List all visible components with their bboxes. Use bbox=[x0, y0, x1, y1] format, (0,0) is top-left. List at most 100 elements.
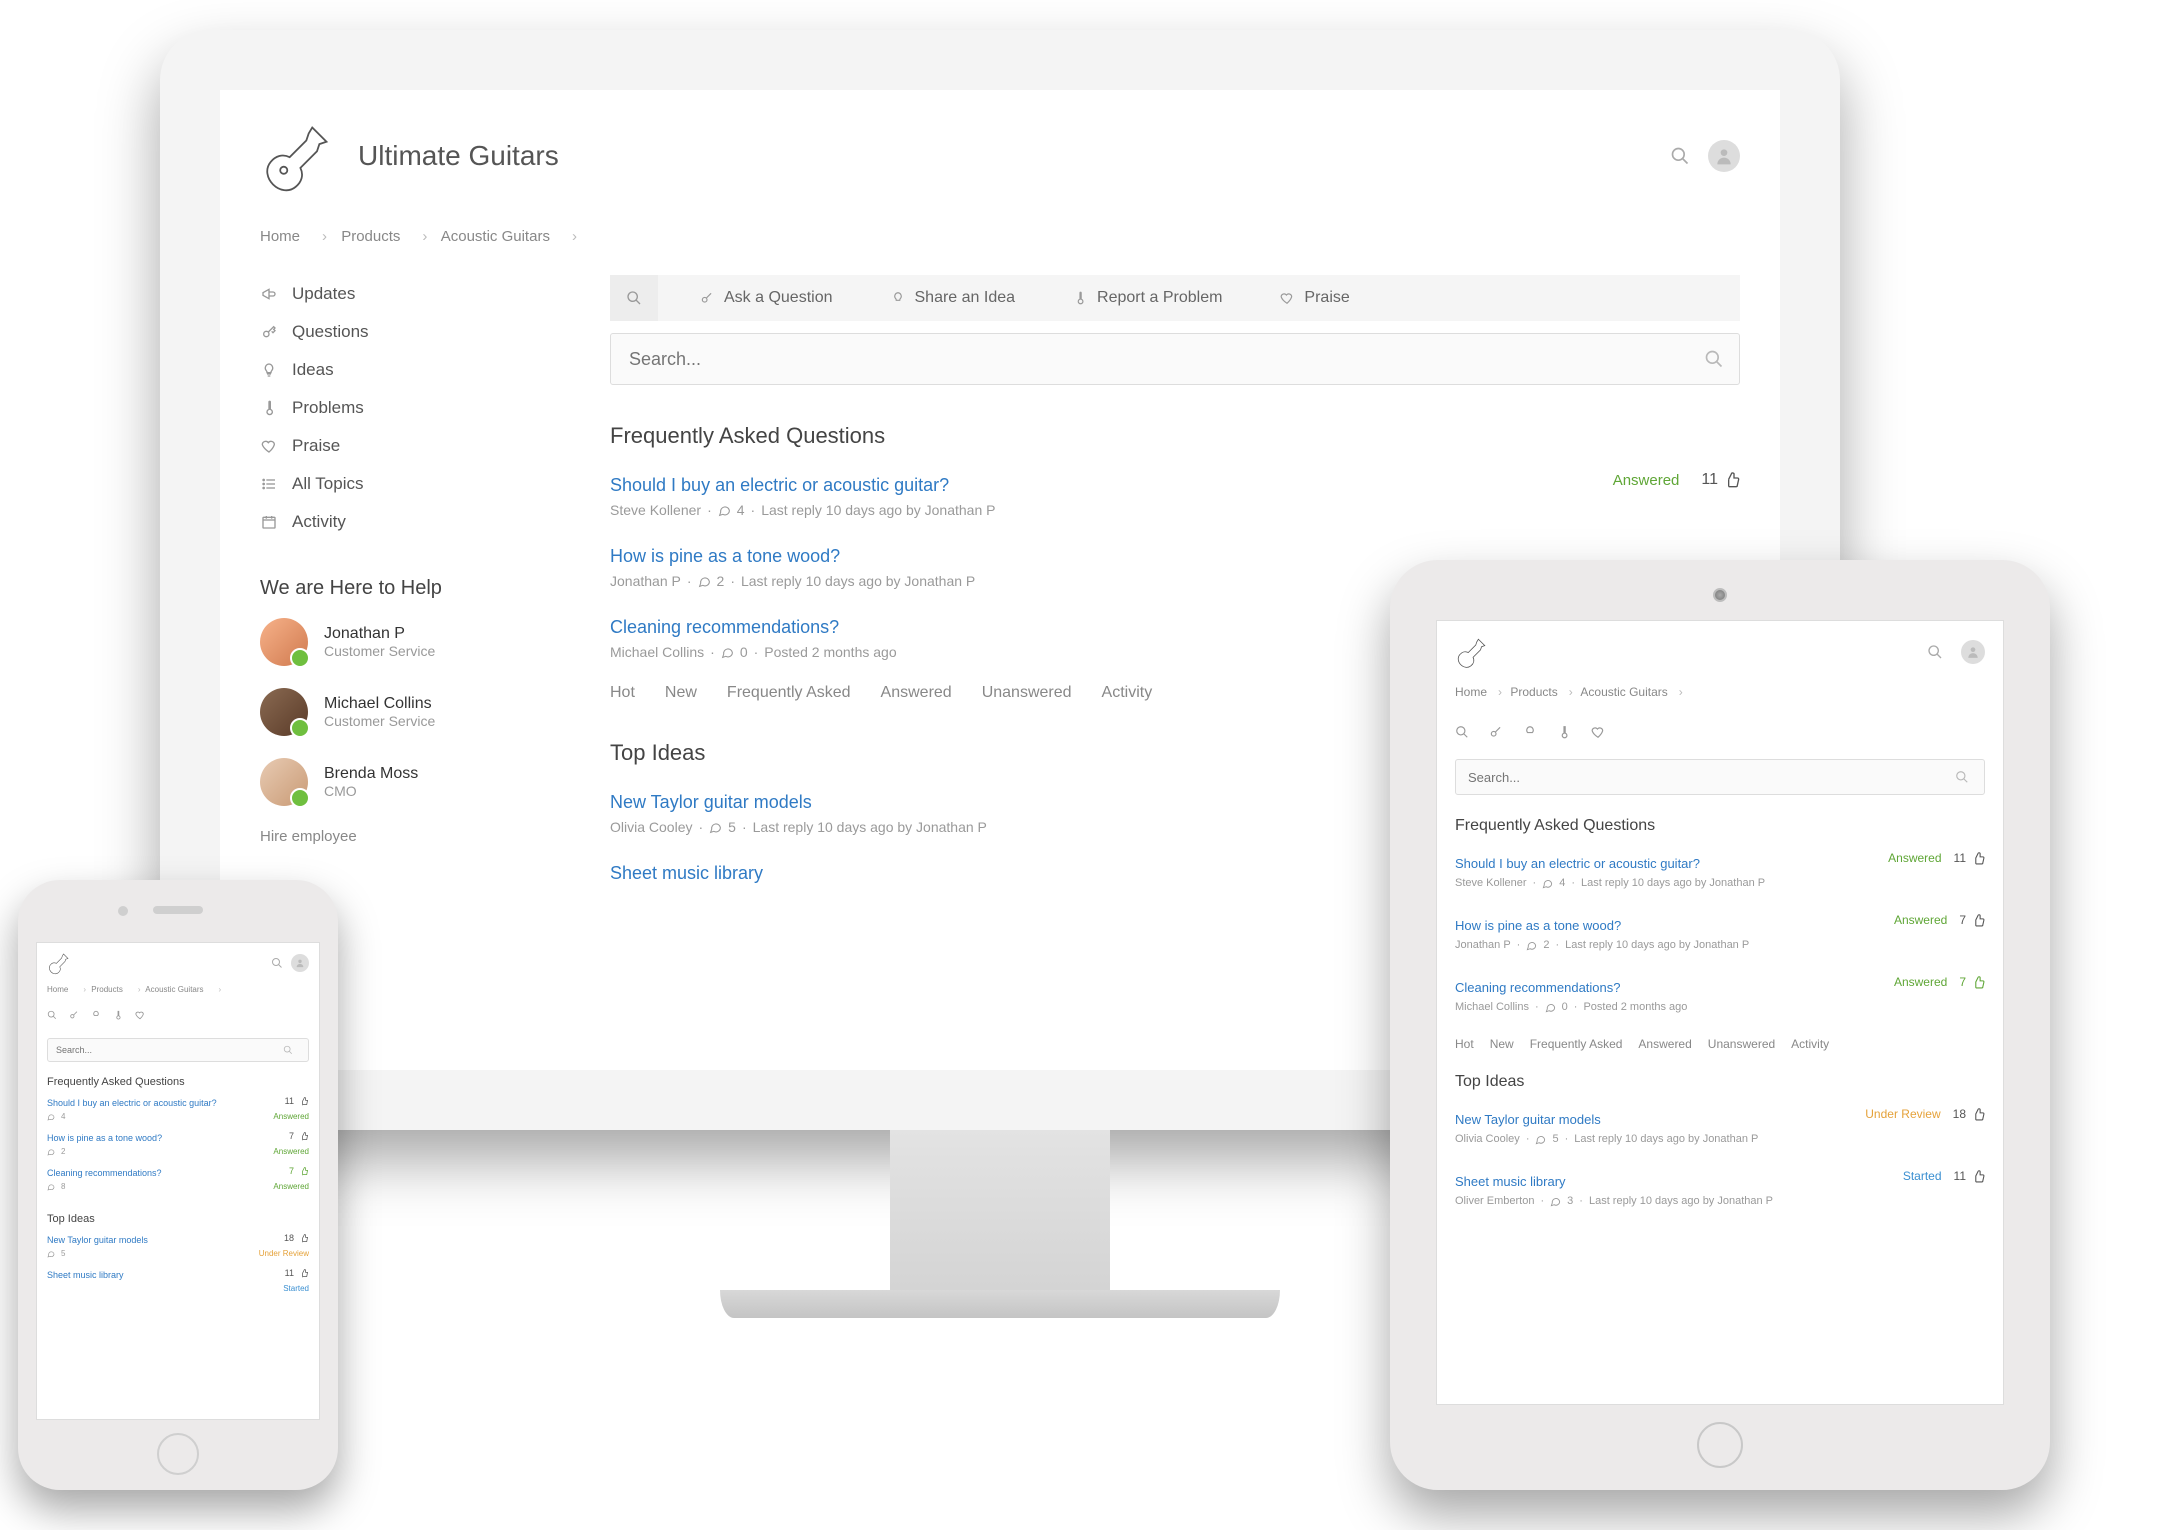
search-icon[interactable] bbox=[283, 1045, 293, 1055]
vote-count[interactable]: 7 bbox=[289, 1131, 309, 1141]
post-title-link[interactable]: How is pine as a tone wood? bbox=[47, 1133, 162, 1143]
search-icon[interactable] bbox=[1955, 770, 1969, 784]
sidebar-item-questions[interactable]: Questions bbox=[260, 313, 540, 351]
vote-count[interactable]: 7 bbox=[289, 1166, 309, 1176]
brand[interactable]: Ultimate Guitars bbox=[260, 118, 559, 194]
helper-person[interactable]: Michael CollinsCustomer Service bbox=[260, 688, 540, 736]
helper-role: Customer Service bbox=[324, 643, 435, 659]
vote-count[interactable]: 7 bbox=[1959, 913, 1985, 927]
header-search-icon[interactable] bbox=[271, 957, 283, 969]
post-title-link[interactable]: How is pine as a tone wood? bbox=[1455, 918, 1621, 933]
tab-ask-question[interactable] bbox=[69, 1004, 79, 1026]
search-input[interactable] bbox=[610, 333, 1740, 385]
helper-person[interactable]: Brenda MossCMO bbox=[260, 758, 540, 806]
filter-activity[interactable]: Activity bbox=[1791, 1037, 1829, 1051]
search-icon[interactable] bbox=[1704, 349, 1724, 369]
tab-report-problem[interactable] bbox=[113, 1004, 123, 1026]
header-search-icon[interactable] bbox=[1927, 644, 1943, 660]
search-input[interactable] bbox=[1455, 759, 1985, 795]
search-input[interactable] bbox=[47, 1038, 309, 1062]
filter-hot[interactable]: Hot bbox=[1455, 1037, 1474, 1051]
tab-praise[interactable] bbox=[135, 1004, 145, 1026]
sidebar-item-alltopics[interactable]: All Topics bbox=[260, 465, 540, 503]
tab-report-problem[interactable]: Report a Problem bbox=[1057, 275, 1238, 321]
post-title-link[interactable]: Cleaning recommendations? bbox=[47, 1168, 162, 1178]
tab-search[interactable] bbox=[610, 275, 658, 321]
sidebar-item-ideas[interactable]: Ideas bbox=[260, 351, 540, 389]
crumb-home[interactable]: Home bbox=[1455, 685, 1487, 699]
tab-share-idea[interactable] bbox=[91, 1004, 101, 1026]
filter-faq[interactable]: Frequently Asked bbox=[1530, 1037, 1623, 1051]
brand[interactable] bbox=[47, 951, 71, 975]
tab-share-idea[interactable] bbox=[1523, 717, 1537, 747]
tab-search[interactable] bbox=[1455, 717, 1469, 747]
post-title-link[interactable]: Cleaning recommendations? bbox=[610, 617, 839, 637]
tab-ask-question[interactable]: Ask a Question bbox=[684, 275, 849, 321]
tab-ask-question[interactable] bbox=[1489, 717, 1503, 747]
crumb-home[interactable]: Home bbox=[47, 985, 68, 994]
post-title-link[interactable]: Should I buy an electric or acoustic gui… bbox=[1455, 856, 1700, 871]
calendar-icon bbox=[260, 514, 278, 530]
filter-answered[interactable]: Answered bbox=[1638, 1037, 1691, 1051]
post-title-link[interactable]: New Taylor guitar models bbox=[1455, 1112, 1601, 1127]
home-button[interactable] bbox=[1697, 1422, 1743, 1468]
comment-icon bbox=[721, 646, 734, 659]
tab-search[interactable] bbox=[47, 1004, 57, 1026]
filter-new[interactable]: New bbox=[1490, 1037, 1514, 1051]
filter-faq[interactable]: Frequently Asked bbox=[727, 684, 851, 702]
sidebar-label: Praise bbox=[292, 436, 340, 456]
filter-unanswered[interactable]: Unanswered bbox=[982, 684, 1072, 702]
vote-count[interactable]: 18 bbox=[284, 1233, 309, 1243]
post-title-link[interactable]: Sheet music library bbox=[47, 1270, 124, 1280]
vote-count[interactable]: 18 bbox=[1953, 1107, 1985, 1121]
user-avatar[interactable] bbox=[291, 954, 309, 972]
vote-count[interactable]: 11 bbox=[285, 1268, 309, 1278]
vote-count[interactable]: 11 bbox=[1954, 851, 1985, 865]
thumbs-up-icon bbox=[1972, 914, 1985, 927]
sidebar-item-updates[interactable]: Updates bbox=[260, 275, 540, 313]
post-title-link[interactable]: New Taylor guitar models bbox=[47, 1235, 148, 1245]
crumb-acoustic[interactable]: Acoustic Guitars bbox=[145, 985, 203, 994]
filter-unanswered[interactable]: Unanswered bbox=[1708, 1037, 1775, 1051]
vote-count[interactable]: 7 bbox=[1959, 975, 1985, 989]
tab-report-problem[interactable] bbox=[1557, 717, 1571, 747]
helper-person[interactable]: Jonathan PCustomer Service bbox=[260, 618, 540, 666]
brand[interactable] bbox=[1455, 635, 1489, 669]
post-title-link[interactable]: Cleaning recommendations? bbox=[1455, 980, 1620, 995]
crumb-products[interactable]: Products bbox=[91, 985, 123, 994]
filter-hot[interactable]: Hot bbox=[610, 684, 635, 702]
post-title-link[interactable]: Sheet music library bbox=[1455, 1174, 1566, 1189]
crumb-products[interactable]: Products bbox=[341, 228, 400, 245]
sidebar-item-activity[interactable]: Activity bbox=[260, 503, 540, 541]
tab-praise[interactable]: Praise bbox=[1264, 275, 1365, 321]
hire-employee-link[interactable]: Hire employee bbox=[260, 828, 540, 845]
crumb-acoustic[interactable]: Acoustic Guitars bbox=[441, 228, 550, 245]
post-title-link[interactable]: How is pine as a tone wood? bbox=[610, 546, 840, 566]
sidebar-item-praise[interactable]: Praise bbox=[260, 427, 540, 465]
header-search-icon[interactable] bbox=[1670, 146, 1690, 166]
user-avatar[interactable] bbox=[1961, 640, 1985, 664]
sidebar-item-problems[interactable]: Problems bbox=[260, 389, 540, 427]
filter-row: Hot New Frequently Asked Answered Unansw… bbox=[1455, 1037, 1985, 1051]
sidebar-label: Ideas bbox=[292, 360, 334, 380]
post-title-link[interactable]: Sheet music library bbox=[610, 863, 763, 883]
vote-count[interactable]: 11 bbox=[1954, 1169, 1985, 1183]
crumb-products[interactable]: Products bbox=[1510, 685, 1557, 699]
user-avatar[interactable] bbox=[1708, 140, 1740, 172]
tab-share-idea[interactable]: Share an Idea bbox=[875, 275, 1032, 321]
tab-label: Share an Idea bbox=[915, 289, 1016, 307]
post-title-link[interactable]: Should I buy an electric or acoustic gui… bbox=[47, 1098, 217, 1108]
vote-count[interactable]: 11 bbox=[285, 1096, 309, 1106]
crumb-acoustic[interactable]: Acoustic Guitars bbox=[1580, 685, 1667, 699]
crumb-home[interactable]: Home bbox=[260, 228, 300, 245]
home-button[interactable] bbox=[157, 1433, 199, 1475]
list-icon bbox=[260, 476, 278, 492]
filter-activity[interactable]: Activity bbox=[1102, 684, 1153, 702]
sidebar-label: Problems bbox=[292, 398, 364, 418]
post-title-link[interactable]: New Taylor guitar models bbox=[610, 792, 812, 812]
post-title-link[interactable]: Should I buy an electric or acoustic gui… bbox=[610, 475, 949, 495]
filter-new[interactable]: New bbox=[665, 684, 697, 702]
filter-answered[interactable]: Answered bbox=[881, 684, 952, 702]
vote-count[interactable]: 11 bbox=[1701, 471, 1740, 489]
tab-praise[interactable] bbox=[1591, 717, 1605, 747]
